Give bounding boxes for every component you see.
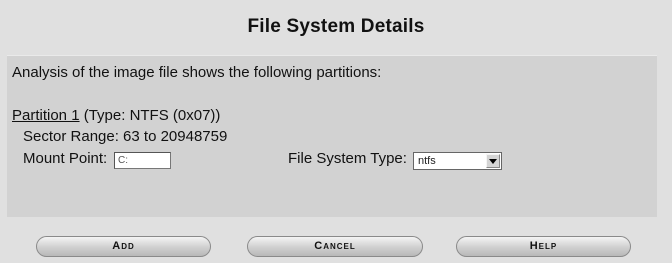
chevron-down-icon[interactable] — [486, 154, 500, 168]
partition-name: Partition 1 — [12, 107, 80, 124]
partition-type: (Type: NTFS (0x07)) — [79, 107, 221, 124]
page-title: File System Details — [247, 16, 425, 37]
partition-heading: Partition 1 (Type: NTFS (0x07)) — [12, 107, 220, 124]
file-system-type-select[interactable]: ntfs — [413, 152, 502, 170]
sector-range: Sector Range: 63 to 20948759 — [23, 128, 228, 145]
mount-point-label: Mount Point: — [23, 150, 108, 167]
file-system-type-value: ntfs — [418, 155, 436, 167]
file-system-type-label: File System Type: — [288, 150, 407, 167]
cancel-button[interactable]: Cancel — [247, 236, 423, 257]
help-button[interactable]: Help — [456, 236, 631, 257]
panel-divider — [7, 55, 657, 56]
add-button[interactable]: Add — [36, 236, 211, 257]
mount-point-input[interactable] — [114, 152, 171, 169]
intro-text: Analysis of the image file shows the fol… — [12, 64, 382, 81]
